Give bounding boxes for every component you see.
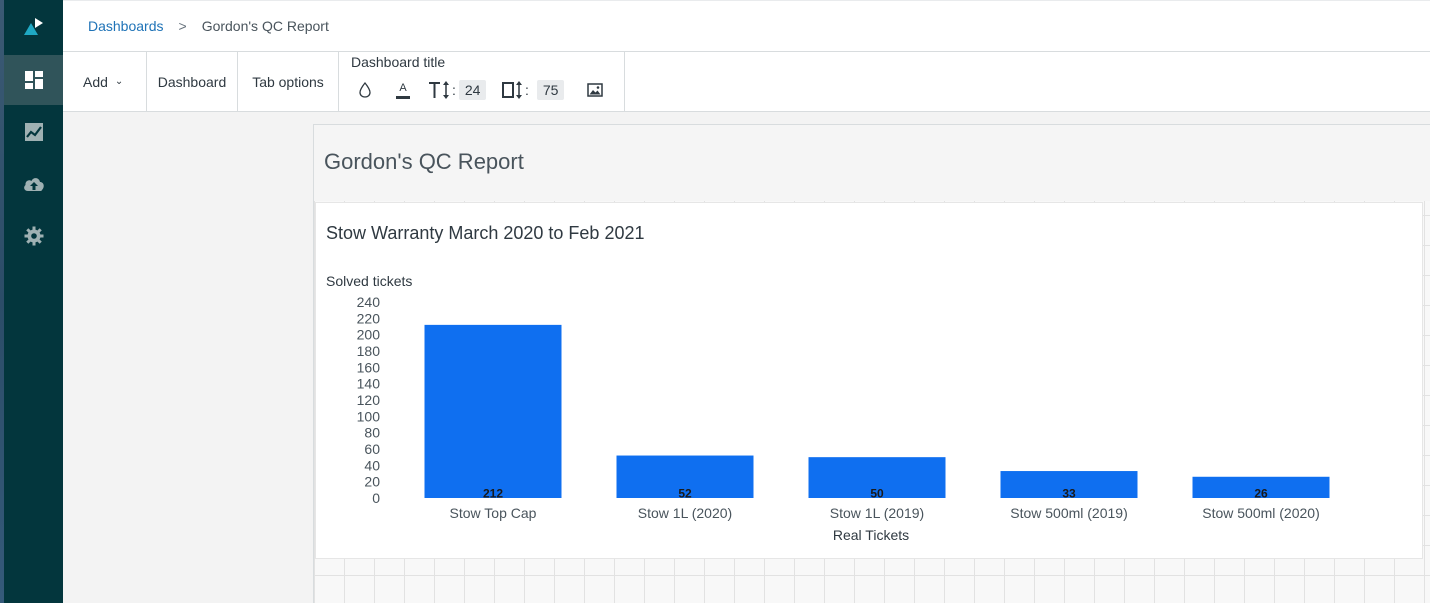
add-button[interactable]: Add ⌄: [63, 52, 147, 111]
color-drop-icon[interactable]: [359, 79, 371, 101]
width-icon: [502, 81, 522, 99]
y-tick-label: 60: [364, 441, 380, 457]
svg-text:A: A: [399, 82, 407, 94]
bar-data-label: 212: [483, 487, 503, 501]
dashboard-canvas: Gordon's QC Report Stow Warranty March 2…: [63, 112, 1430, 603]
chevron-down-icon: ⌄: [114, 76, 124, 87]
chart-icon: [24, 123, 43, 141]
toolbar: Add ⌄ Dashboard Tab options Dashboard ti…: [63, 52, 1430, 112]
y-tick-label: 80: [364, 425, 380, 441]
dashboard-grid: Gordon's QC Report Stow Warranty March 2…: [313, 124, 1430, 603]
y-tick-label: 20: [364, 474, 380, 490]
x-tick-label: Stow 500ml (2020): [1202, 505, 1320, 521]
breadcrumb-current: Gordon's QC Report: [201, 18, 329, 34]
sidebar-item-reports[interactable]: [4, 107, 63, 157]
x-tick-label: Stow 1L (2020): [638, 505, 732, 521]
dashboard-icon: [24, 71, 43, 89]
logo-icon[interactable]: [4, 2, 63, 52]
y-tick-label: 160: [357, 359, 381, 375]
y-tick-label: 140: [357, 376, 381, 392]
x-tick-label: Stow Top Cap: [450, 505, 537, 521]
text-size-icon: [429, 81, 449, 99]
bar-data-label: 33: [1062, 487, 1076, 501]
font-size-value[interactable]: 24: [458, 80, 487, 100]
font-size-control[interactable]: : 24: [429, 79, 487, 101]
y-tick-label: 200: [357, 327, 381, 343]
y-tick-label: 100: [357, 408, 381, 424]
gear-icon: [24, 226, 43, 246]
dashboard-title-label: Dashboard title: [351, 54, 446, 70]
bar-data-label: 52: [678, 487, 692, 501]
y-tick-label: 120: [357, 392, 381, 408]
x-tick-label: Stow 500ml (2019): [1010, 505, 1128, 521]
dashboard-header[interactable]: Gordon's QC Report: [314, 125, 1430, 201]
width-colon: :: [525, 82, 529, 98]
image-icon[interactable]: [587, 79, 603, 101]
font-size-colon: :: [452, 82, 456, 98]
y-tick-label: 0: [372, 490, 380, 506]
bar-data-label: 26: [1254, 487, 1268, 501]
app-window: Dashboards > Gordon's QC Report Add ⌄ Da…: [0, 0, 1430, 603]
bar-data-label: 50: [870, 487, 884, 501]
breadcrumb: Dashboards > Gordon's QC Report: [63, 0, 1430, 52]
y-axis-label: Solved tickets: [326, 273, 412, 289]
x-tick-label: Stow 1L (2019): [830, 505, 924, 521]
width-control[interactable]: : 75: [502, 79, 565, 101]
x-axis-label: Real Tickets: [833, 527, 909, 543]
sidebar: [4, 0, 63, 603]
dashboard-title: Gordon's QC Report: [324, 149, 524, 174]
y-tick-label: 180: [357, 343, 381, 359]
dashboard-title-settings: Dashboard title A: 24: 75: [339, 52, 625, 111]
text-color-icon[interactable]: A: [396, 79, 410, 101]
sidebar-item-settings[interactable]: [4, 211, 63, 261]
y-tick-label: 40: [364, 457, 380, 473]
tab-options-button[interactable]: Tab options: [238, 52, 339, 111]
y-tick-label: 240: [357, 294, 381, 310]
breadcrumb-dashboards-link[interactable]: Dashboards: [88, 18, 164, 34]
width-value[interactable]: 75: [536, 80, 565, 100]
sidebar-item-upload[interactable]: [4, 159, 63, 209]
dashboard-button[interactable]: Dashboard: [147, 52, 238, 111]
bar[interactable]: [424, 324, 562, 498]
upload-cloud-icon: [23, 178, 44, 191]
bar-chart: Solved tickets 02040608010012014016018020…: [326, 273, 1330, 543]
chart-widget[interactable]: Stow Warranty March 2020 to Feb 2021 Sol…: [315, 202, 1423, 559]
sidebar-item-dashboards[interactable]: [4, 55, 63, 105]
breadcrumb-separator: >: [178, 18, 187, 34]
add-button-label: Add: [83, 73, 108, 90]
y-tick-label: 220: [357, 310, 381, 326]
